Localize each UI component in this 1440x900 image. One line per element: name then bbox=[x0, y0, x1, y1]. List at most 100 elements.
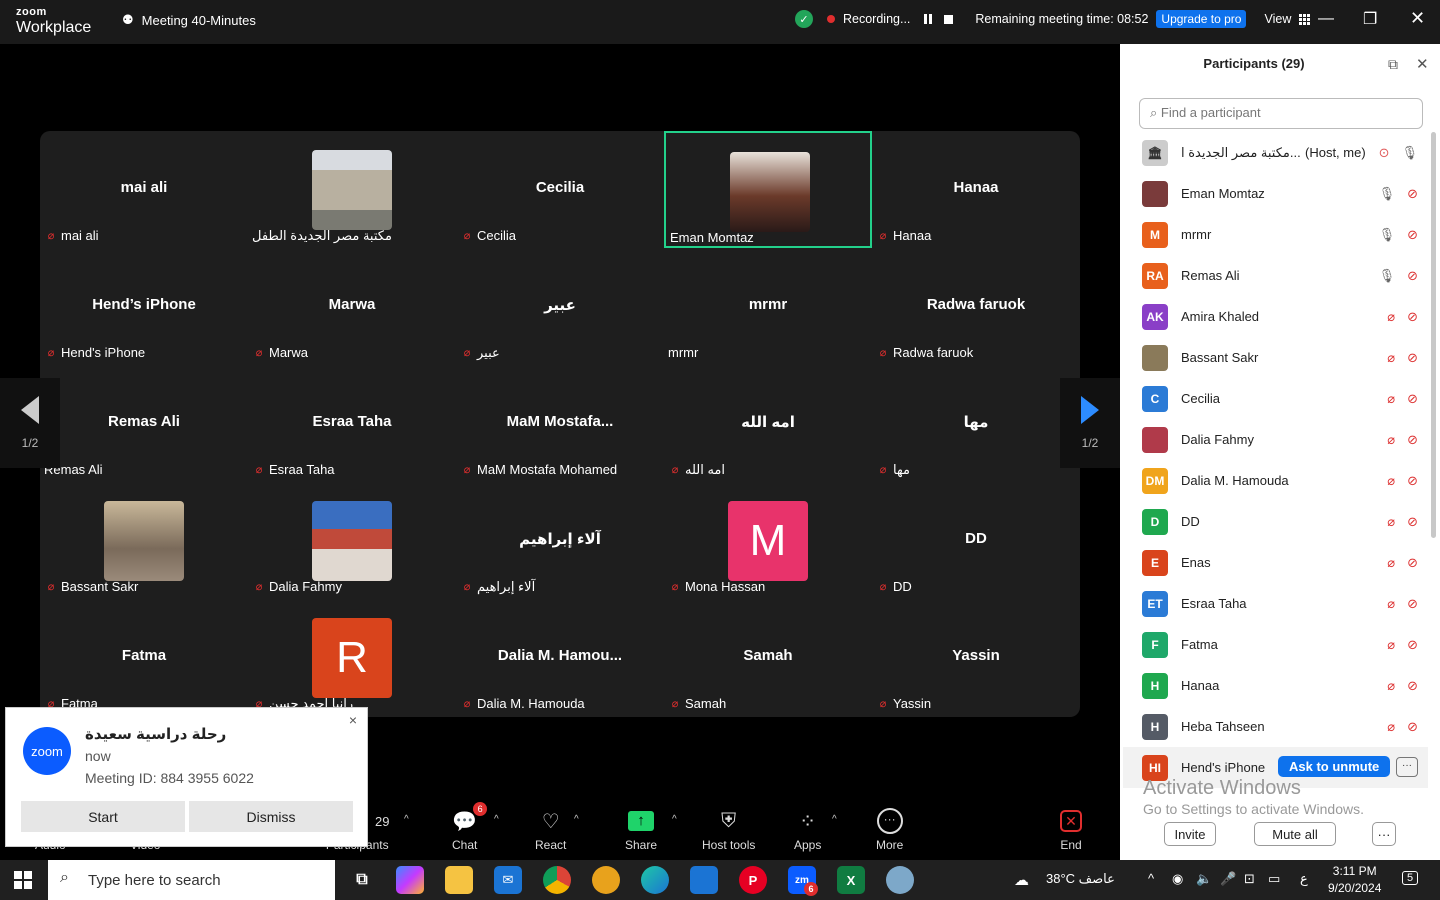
start-button[interactable]: Start bbox=[21, 801, 185, 832]
participant-row[interactable]: ET Esraa Taha ⌀ ⊘ bbox=[1123, 583, 1428, 624]
location-icon[interactable]: ◉ bbox=[1172, 871, 1183, 887]
video-tile[interactable]: MaM Mostafa... ⌀ MaM Mostafa Mohamed bbox=[456, 365, 664, 482]
video-tile[interactable]: Marwa ⌀ Marwa bbox=[248, 248, 456, 365]
share-caret-icon[interactable]: ^ bbox=[672, 814, 677, 825]
weather-text[interactable]: 38°C عاصف bbox=[1046, 871, 1115, 887]
participant-row[interactable]: H Heba Tahseen ⌀ ⊘ bbox=[1123, 706, 1428, 747]
chat-caret-icon[interactable]: ^ bbox=[494, 814, 499, 825]
share-button[interactable]: ↑ Share bbox=[625, 808, 657, 852]
participant-row[interactable]: H Hanaa ⌀ ⊘ bbox=[1123, 665, 1428, 706]
close-icon[interactable]: × bbox=[349, 712, 357, 728]
participant-row[interactable]: AK Amira Khaled ⌀ ⊘ bbox=[1123, 296, 1428, 337]
close-icon[interactable]: ✕ bbox=[1410, 8, 1425, 29]
participant-row[interactable]: Bassant Sakr ⌀ ⊘ bbox=[1123, 337, 1428, 378]
participant-row[interactable]: Dalia Fahmy ⌀ ⊘ bbox=[1123, 419, 1428, 460]
dismiss-button[interactable]: Dismiss bbox=[189, 801, 353, 832]
apps-caret-icon[interactable]: ^ bbox=[832, 814, 837, 825]
shield-check-icon[interactable]: ✓ bbox=[795, 10, 813, 28]
video-tile[interactable]: Samah ⌀ Samah bbox=[664, 599, 872, 716]
pause-recording-button[interactable] bbox=[924, 14, 933, 24]
video-tile[interactable]: Eman Momtaz bbox=[664, 131, 872, 248]
video-tile[interactable]: ⌀ Bassant Sakr bbox=[40, 482, 248, 599]
volume-icon[interactable]: 🔈 bbox=[1196, 871, 1212, 887]
meeting-info[interactable]: ⚉ Meeting 40-Minutes bbox=[122, 12, 256, 28]
video-tile[interactable]: عبير ⌀ عبير bbox=[456, 248, 664, 365]
video-tile[interactable]: R ⌀ رانيا احمد حسن bbox=[248, 599, 456, 716]
ask-to-unmute-button[interactable]: Ask to unmute bbox=[1278, 756, 1391, 777]
video-tile[interactable]: Fatma ⌀ Fatma bbox=[40, 599, 248, 716]
video-tile[interactable]: mrmr mrmr bbox=[664, 248, 872, 365]
host-tools-button[interactable]: ⛨ Host tools bbox=[702, 808, 755, 853]
video-tile[interactable]: Esraa Taha ⌀ Esraa Taha bbox=[248, 365, 456, 482]
language-indicator[interactable]: ع bbox=[1300, 871, 1308, 887]
video-tile[interactable]: M ⌀ Mona Hassan bbox=[664, 482, 872, 599]
participant-row[interactable]: D DD ⌀ ⊘ bbox=[1123, 501, 1428, 542]
participant-row[interactable]: RA Remas Ali 🎙 ⊘ bbox=[1123, 255, 1428, 296]
microphone-icon[interactable]: 🎤 bbox=[1220, 871, 1236, 887]
panel-scrollbar[interactable] bbox=[1431, 132, 1436, 538]
task-view-icon[interactable]: ⧉ bbox=[348, 866, 376, 894]
more-button[interactable]: ··· More bbox=[876, 808, 903, 852]
end-button[interactable]: ✕ End bbox=[1060, 808, 1082, 852]
pinterest-icon[interactable]: P bbox=[739, 866, 767, 894]
chat-button[interactable]: 💬 6 Chat bbox=[452, 802, 488, 852]
invite-button[interactable]: Invite bbox=[1164, 822, 1216, 846]
video-tile[interactable]: مها ⌀ مها bbox=[872, 365, 1080, 482]
prev-page-button[interactable]: 1/2 bbox=[0, 378, 60, 468]
chevron-up-icon[interactable]: ^ bbox=[1148, 871, 1154, 886]
participant-row[interactable]: Mmrmr 🎙 ⊘ bbox=[1123, 214, 1428, 255]
camera-icon[interactable]: ⊡ bbox=[1244, 871, 1255, 887]
zoom-taskbar-icon[interactable]: zm 6 bbox=[788, 866, 818, 896]
participant-row[interactable]: DM Dalia M. Hamouda ⌀ ⊘ bbox=[1123, 460, 1428, 501]
video-tile[interactable]: Yassin ⌀ Yassin bbox=[872, 599, 1080, 716]
apps-button[interactable]: ⁘ Apps bbox=[794, 808, 821, 853]
participant-search-input[interactable]: ⌕ Find a participant bbox=[1139, 98, 1423, 129]
store-icon[interactable] bbox=[690, 866, 718, 894]
excel-icon[interactable]: X bbox=[837, 866, 865, 894]
video-tile[interactable]: Remas Ali Remas Ali bbox=[40, 365, 248, 482]
video-tile[interactable]: mai ali ⌀ mai ali bbox=[40, 131, 248, 248]
popout-icon[interactable]: ⧉ bbox=[1388, 56, 1398, 73]
minimize-icon[interactable]: — bbox=[1318, 10, 1334, 28]
upgrade-button[interactable]: Upgrade to pro bbox=[1156, 10, 1247, 28]
windows-start-icon[interactable] bbox=[14, 871, 32, 889]
video-tile[interactable]: مكتبة مصر الجديدة الطفل bbox=[248, 131, 456, 248]
video-tile[interactable]: Radwa faruok ⌀ Radwa faruok bbox=[872, 248, 1080, 365]
maximize-icon[interactable]: ❐ bbox=[1363, 9, 1377, 29]
video-tile[interactable]: امه الله ⌀ امه الله bbox=[664, 365, 872, 482]
copilot-icon[interactable] bbox=[396, 866, 424, 894]
close-panel-icon[interactable]: ✕ bbox=[1416, 55, 1429, 73]
video-tile[interactable]: DD ⌀ DD bbox=[872, 482, 1080, 599]
paint-icon[interactable] bbox=[886, 866, 914, 894]
video-tile[interactable]: آلاء إبراهيم ⌀ آلاء إبراهيم bbox=[456, 482, 664, 599]
video-tile[interactable]: Cecilia ⌀ Cecilia bbox=[456, 131, 664, 248]
participant-more-button[interactable]: ··· bbox=[1396, 757, 1418, 777]
next-page-button[interactable]: 1/2 bbox=[1060, 378, 1120, 468]
react-button[interactable]: ♡ React bbox=[535, 808, 566, 853]
edge-icon[interactable] bbox=[641, 866, 669, 894]
participant-row[interactable]: Eman Momtaz 🎙 ⊘ bbox=[1123, 173, 1428, 214]
video-tile[interactable]: Hend’s iPhone ⌀ Hend's iPhone bbox=[40, 248, 248, 365]
status-icons: ⌀ ⊘ bbox=[1387, 719, 1418, 735]
taskbar-search-input[interactable]: ⌕ Type here to search bbox=[48, 860, 335, 900]
network-icon[interactable]: ▭ bbox=[1268, 871, 1280, 887]
clock[interactable]: 3:11 PM 9/20/2024 bbox=[1328, 863, 1381, 897]
react-caret-icon[interactable]: ^ bbox=[574, 814, 579, 825]
notification-center-icon[interactable]: 5 bbox=[1402, 871, 1419, 885]
chrome-alt-icon[interactable] bbox=[592, 866, 620, 894]
stop-recording-button[interactable] bbox=[944, 14, 954, 24]
participants-caret-icon[interactable]: ^ bbox=[404, 814, 409, 825]
participant-row[interactable]: F Fatma ⌀ ⊘ bbox=[1123, 624, 1428, 665]
participant-row[interactable]: C Cecilia ⌀ ⊘ bbox=[1123, 378, 1428, 419]
chrome-icon[interactable] bbox=[543, 866, 571, 894]
video-tile[interactable]: ⌀ Dalia Fahmy bbox=[248, 482, 456, 599]
mute-all-button[interactable]: Mute all bbox=[1254, 822, 1336, 846]
panel-more-button[interactable]: ··· bbox=[1372, 822, 1396, 846]
file-explorer-icon[interactable] bbox=[445, 866, 473, 894]
mail-icon[interactable]: ✉ bbox=[494, 866, 522, 894]
participant-row[interactable]: E Enas ⌀ ⊘ bbox=[1123, 542, 1428, 583]
view-button[interactable]: View bbox=[1264, 12, 1311, 26]
video-tile[interactable]: Hanaa ⌀ Hanaa bbox=[872, 131, 1080, 248]
video-tile[interactable]: Dalia M. Hamou... ⌀ Dalia M. Hamouda bbox=[456, 599, 664, 716]
participant-row-host[interactable]: 🏛 مكتبة مصر الجديدة ا... (Host, me) ⊙ 🎙 bbox=[1123, 132, 1428, 173]
